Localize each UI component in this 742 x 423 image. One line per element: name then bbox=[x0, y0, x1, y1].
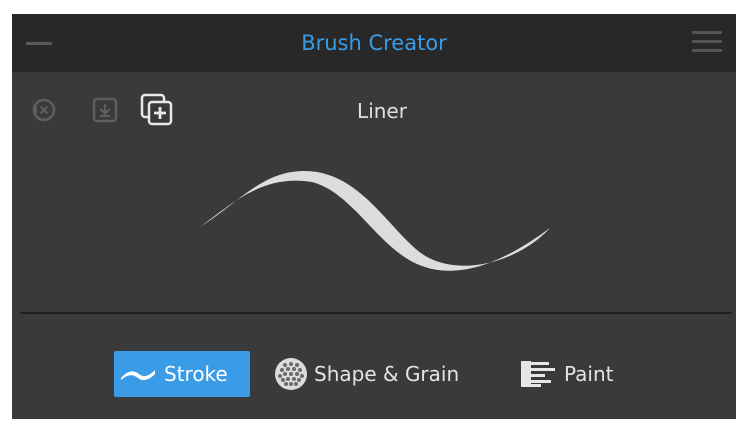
duplicate-brush-icon[interactable] bbox=[140, 93, 174, 127]
title-bar: Brush Creator bbox=[12, 14, 736, 72]
grain-icon bbox=[275, 358, 307, 390]
tab-stroke-label: Stroke bbox=[164, 362, 228, 386]
paint-icon bbox=[521, 361, 555, 387]
reset-brush-icon[interactable] bbox=[28, 95, 58, 125]
tab-shape-grain[interactable]: Shape & Grain bbox=[274, 351, 459, 397]
stroke-icon bbox=[121, 370, 155, 381]
divider bbox=[20, 312, 732, 314]
tab-shape-grain-label: Shape & Grain bbox=[314, 362, 460, 386]
tab-paint[interactable]: Paint bbox=[520, 351, 614, 397]
hamburger-menu-icon[interactable] bbox=[692, 31, 722, 55]
stroke-preview bbox=[12, 134, 736, 314]
tab-stroke[interactable]: Stroke bbox=[114, 351, 250, 397]
panel-title: Brush Creator bbox=[301, 31, 447, 55]
save-download-icon[interactable] bbox=[90, 95, 120, 125]
brush-stroke-sample bbox=[200, 171, 550, 271]
brush-name: Liner bbox=[357, 99, 407, 123]
brush-creator-panel: Brush Creator Liner Stroke Shape & Grain… bbox=[12, 14, 736, 419]
tab-paint-label: Paint bbox=[564, 362, 614, 386]
